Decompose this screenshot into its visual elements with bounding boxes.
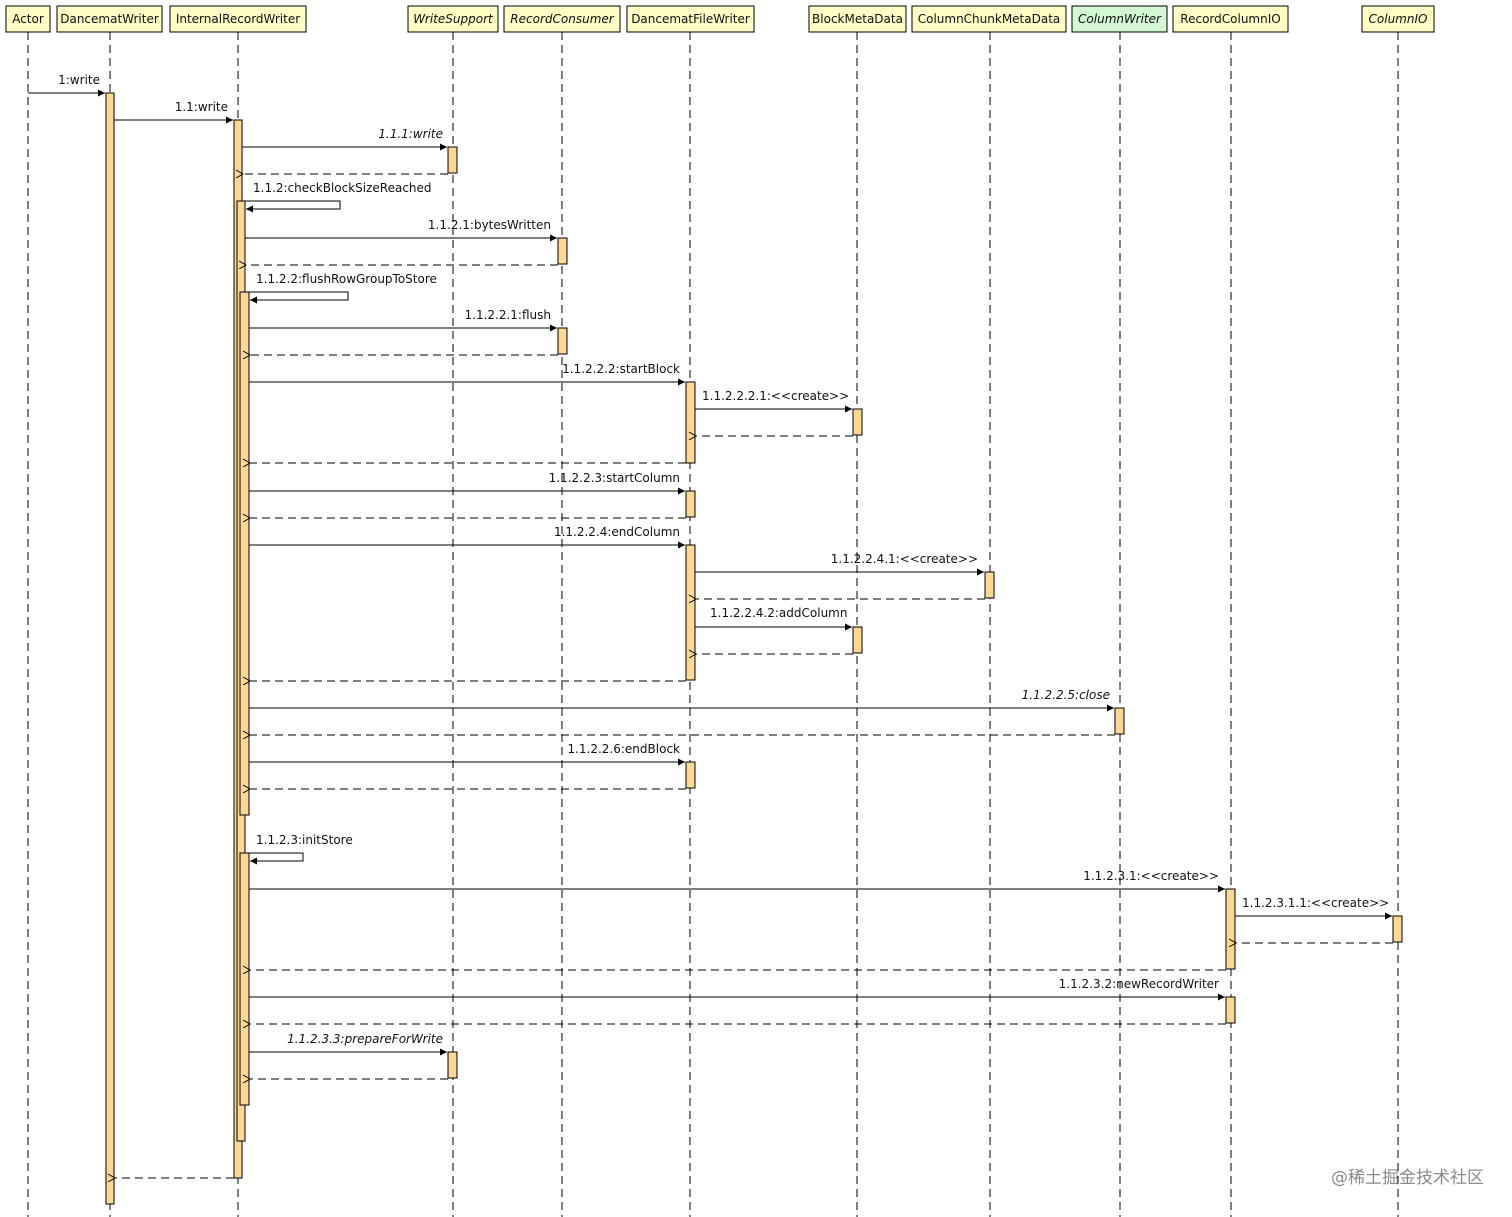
activation-bar — [685, 544, 696, 681]
participant-label: InternalRecordWriter — [176, 12, 300, 26]
participant-label: DancematFileWriter — [631, 12, 750, 26]
participant-header-actor: Actor — [5, 5, 51, 33]
participant-label: RecordColumnIO — [1180, 12, 1280, 26]
activation-bar — [447, 146, 458, 174]
watermark-text: @稀土掘金技术社区 — [1331, 1168, 1484, 1188]
participant-header-internalrecordwriter: InternalRecordWriter — [169, 5, 307, 33]
message-label: 1.1.2.2.4:endColumn — [554, 525, 680, 539]
participant-header-blockmetadata: BlockMetaData — [808, 5, 907, 33]
participant-header-recordconsumer: RecordConsumer — [503, 5, 621, 33]
self-message-arrow — [242, 200, 341, 213]
activation-bar — [557, 237, 568, 265]
activation-bar — [105, 92, 115, 1205]
activation-bar — [685, 381, 696, 464]
participant-header-columnwriter: ColumnWriter — [1071, 5, 1168, 33]
message-label: 1.1.2.2:flushRowGroupToStore — [256, 272, 437, 286]
participant-label: BlockMetaData — [812, 12, 903, 26]
participant-label: Actor — [12, 12, 44, 26]
activation-bar — [685, 761, 696, 789]
self-message-arrow — [245, 852, 304, 865]
message-label: 1.1.2.3.1:<<create>> — [1083, 869, 1219, 883]
message-label: 1.1.2.3.3:prepareForWrite — [287, 1032, 443, 1046]
participant-label: ColumnIO — [1369, 12, 1428, 26]
participant-label: DancematWriter — [60, 12, 159, 26]
message-label: 1.1.2.2.2:startBlock — [562, 362, 680, 376]
participant-header-recordcolumnio: RecordColumnIO — [1172, 5, 1289, 33]
message-label: 1.1.2.2.2.1:<<create>> — [702, 389, 849, 403]
activation-bar — [1114, 707, 1125, 735]
activation-bar — [239, 291, 250, 816]
self-message-arrow — [245, 291, 349, 304]
sequence-diagram: Actor DancematWriter InternalRecordWrite… — [5, 5, 1484, 1217]
message-label: 1.1.2.2.4.2:addColumn — [710, 606, 847, 620]
message-label: 1.1.2.2.3:startColumn — [549, 471, 680, 485]
participant-header-columnchunkmetadata: ColumnChunkMetaData — [911, 5, 1067, 33]
activation-bar — [447, 1051, 458, 1079]
message-label: 1.1:write — [175, 100, 228, 114]
participant-header-columnio: ColumnIO — [1361, 5, 1435, 33]
message-label: 1.1.2.2.5:close — [1022, 688, 1110, 702]
message-labels: 1:write 1.1:write 1.1.1:write 1.1.2:chec… — [58, 73, 1389, 1046]
activation-bar — [1392, 915, 1403, 943]
activation-bar — [984, 571, 995, 599]
message-label: 1.1.2.3.1.1:<<create>> — [1242, 896, 1389, 910]
activation-bar — [239, 852, 250, 1106]
participant-label: ColumnWriter — [1078, 12, 1162, 26]
message-label: 1.1.2.2.6:endBlock — [567, 742, 680, 756]
activation-bar — [852, 626, 863, 654]
message-label: 1.1.2.3:initStore — [256, 833, 353, 847]
message-label: 1:write — [58, 73, 100, 87]
message-label: 1.1.2.3.2:newRecordWriter — [1059, 977, 1219, 991]
activation-bar — [1225, 888, 1236, 970]
activation-bar — [685, 490, 696, 518]
message-label: 1.1.1:write — [378, 127, 443, 141]
participant-label: RecordConsumer — [510, 12, 614, 26]
messages — [28, 89, 1393, 1178]
participant-header-dancematfilewriter: DancematFileWriter — [626, 5, 755, 33]
message-label: 1.1.2.2.4.1:<<create>> — [831, 552, 978, 566]
activation-bar — [852, 408, 863, 436]
participant-label: WriteSupport — [413, 12, 494, 26]
activation-bar — [557, 327, 568, 355]
message-label: 1.1.2.2.1:flush — [465, 308, 552, 322]
participant-label: ColumnChunkMetaData — [918, 12, 1061, 26]
message-label: 1.1.2.1:bytesWritten — [428, 218, 551, 232]
participant-header-dancematwriter: DancematWriter — [56, 5, 163, 33]
participant-header-writesupport: WriteSupport — [407, 5, 499, 33]
message-label: 1.1.2:checkBlockSizeReached — [253, 181, 432, 195]
activation-bar — [1225, 996, 1236, 1024]
